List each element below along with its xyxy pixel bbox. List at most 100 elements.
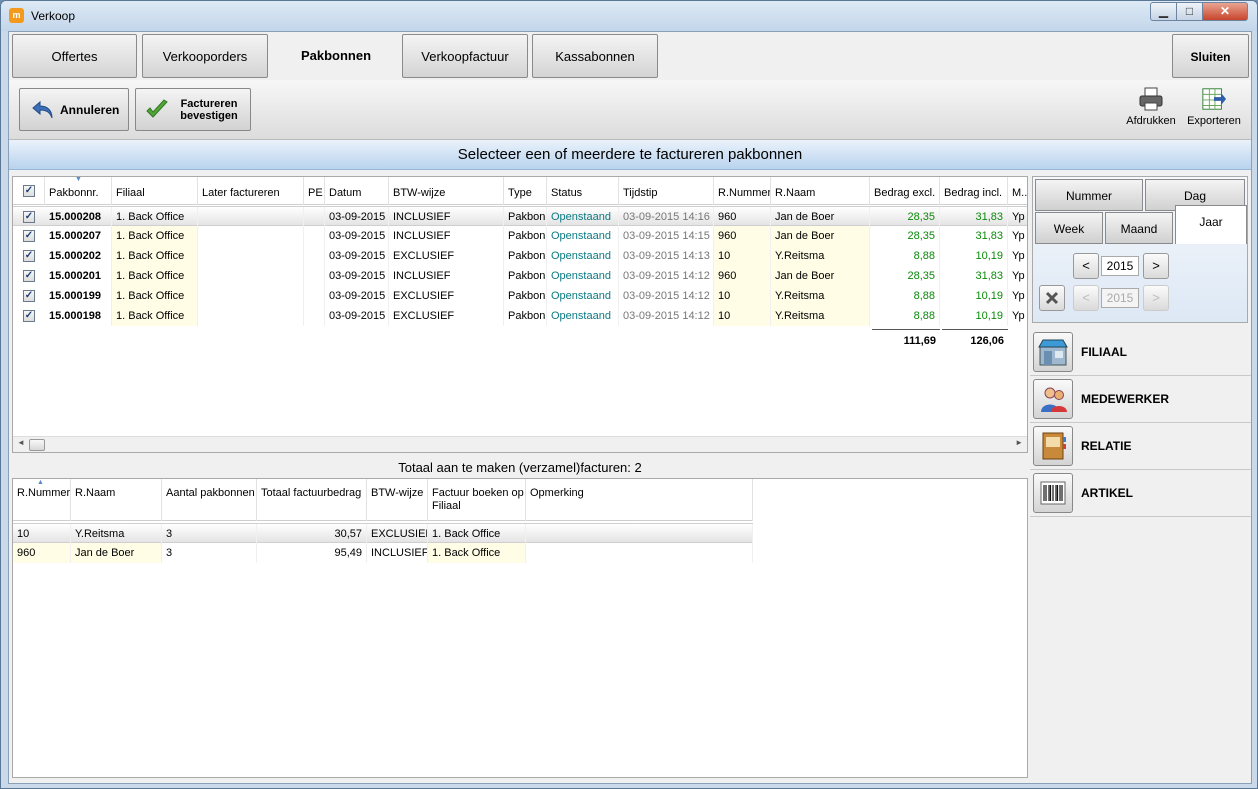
barcode-icon	[1033, 473, 1073, 513]
cell-m: Yp	[1008, 246, 1027, 266]
cell-incl: 10,19	[940, 306, 1008, 326]
column-header[interactable]: M..	[1008, 177, 1027, 205]
cell-excl: 8,88	[870, 246, 940, 266]
column-header[interactable]: Status	[547, 177, 619, 205]
cell-tijd: 03-09-2015 14:12	[619, 286, 714, 306]
year-field[interactable]: 2015	[1101, 256, 1139, 276]
next-year-to-button[interactable]: >	[1143, 285, 1169, 311]
table-row[interactable]: ✓ 15.000199 1. Back Office 03-09-2015 EXCLUS…	[13, 286, 1027, 306]
column-header[interactable]: BTW-wijze	[367, 479, 428, 521]
export-button[interactable]: Exporteren	[1184, 82, 1244, 127]
next-year-button[interactable]: >	[1143, 253, 1169, 279]
prev-year-to-button[interactable]: <	[1073, 285, 1099, 311]
sort-indicator-icon: ▲	[37, 479, 44, 486]
prev-year-button[interactable]: <	[1073, 253, 1099, 279]
sort-indicator-icon: ▼	[75, 176, 82, 183]
cell-filiaal: 1. Back Office	[112, 246, 198, 266]
tab-kassabonnen[interactable]: Kassabonnen	[532, 34, 658, 78]
print-label: Afdrukken	[1126, 115, 1176, 127]
cell-filiaal: 1. Back Office	[428, 524, 526, 544]
table-row[interactable]: 10 Y.Reitsma 3 30,57 EXCLUSIEF 1. Back Office	[13, 523, 753, 544]
cell-datum: 03-09-2015	[325, 226, 389, 246]
table-row[interactable]: ✓ 15.000202 1. Back Office 03-09-2015 EXCLUS…	[13, 246, 1027, 266]
date-tab-week[interactable]: Week	[1035, 212, 1103, 244]
cell-nr: 15.000207	[45, 226, 112, 246]
cell-excl: 28,35	[870, 226, 940, 246]
row-checkbox[interactable]: ✓	[23, 250, 35, 262]
cell-incl: 10,19	[940, 286, 1008, 306]
scrollbar-thumb[interactable]	[29, 439, 45, 451]
table-row[interactable]: ✓ 15.000201 1. Back Office 03-09-2015 INCLUS…	[13, 266, 1027, 286]
total-excl: 111,69	[903, 335, 936, 347]
column-header[interactable]: Tijdstip	[619, 177, 714, 205]
table-row[interactable]: ✓ 15.000208 1. Back Office 03-09-2015 INCLUS…	[13, 206, 1027, 227]
cell-rnr: 960	[714, 226, 771, 246]
grid-header: R.Nummer R.Naam Aantal pakbonnen Totaal …	[13, 479, 753, 521]
cancel-label: Annuleren	[60, 102, 120, 117]
filter-filiaal[interactable]: FILIAAL	[1030, 329, 1251, 376]
tab-verkoopfactuur[interactable]: Verkoopfactuur	[402, 34, 528, 78]
cell-datum: 03-09-2015	[325, 207, 389, 227]
column-header[interactable]: Opmerking	[526, 479, 753, 521]
column-header[interactable]: Factuur boeken op Filiaal	[428, 479, 526, 521]
column-header[interactable]: Bedrag excl.	[870, 177, 940, 205]
column-header[interactable]: PE	[304, 177, 325, 205]
column-header[interactable]: Datum	[325, 177, 389, 205]
row-checkbox[interactable]: ✓	[23, 270, 35, 282]
tab-offertes[interactable]: Offertes	[12, 34, 137, 78]
table-row[interactable]: ✓ 15.000198 1. Back Office 03-09-2015 EXCLUS…	[13, 306, 1027, 326]
minimize-button[interactable]: ▁	[1150, 2, 1177, 21]
maximize-button[interactable]: □	[1176, 2, 1203, 21]
cancel-button[interactable]: Annuleren	[19, 88, 129, 131]
table-row[interactable]: ✓ 15.000207 1. Back Office 03-09-2015 INCLUS…	[13, 226, 1027, 246]
cell-rnaam: Y.Reitsma	[771, 286, 870, 306]
print-button[interactable]: Afdrukken	[1124, 82, 1178, 127]
scroll-left-icon[interactable]: ◄	[17, 438, 25, 447]
column-header[interactable]: Later factureren	[198, 177, 304, 205]
column-header[interactable]: Filiaal	[112, 177, 198, 205]
select-all-checkbox[interactable]: ✓	[23, 185, 35, 197]
date-tab-maand[interactable]: Maand	[1105, 212, 1173, 244]
column-header[interactable]: R.Naam	[71, 479, 162, 521]
confirm-invoicing-button[interactable]: Factureren bevestigen	[135, 88, 251, 131]
column-header[interactable]: BTW-wijze	[389, 177, 504, 205]
filter-medewerker[interactable]: MEDEWERKER	[1030, 376, 1251, 423]
cell-totaal: 95,49	[257, 543, 367, 563]
cell-btw: EXCLUSIEF	[389, 306, 504, 326]
tab-verkooporders[interactable]: Verkooporders	[142, 34, 268, 78]
cell-rnr: 10	[714, 306, 771, 326]
row-checkbox[interactable]: ✓	[23, 290, 35, 302]
cell-pe	[304, 306, 325, 326]
cell-later	[198, 226, 304, 246]
tab-pakbonnen[interactable]: Pakbonnen	[273, 34, 399, 78]
close-button[interactable]: Sluiten	[1172, 34, 1249, 78]
column-header[interactable]: Totaal factuurbedrag	[257, 479, 367, 521]
column-header[interactable]: Bedrag incl.	[940, 177, 1008, 205]
date-tab-jaar[interactable]: Jaar	[1175, 205, 1247, 244]
cell-rnr: 10	[714, 246, 771, 266]
column-header[interactable]: Aantal pakbonnen	[162, 479, 257, 521]
filter-artikel[interactable]: ARTIKEL	[1030, 470, 1251, 517]
checkmark-icon	[144, 97, 170, 123]
column-header[interactable]: R.Nummer	[714, 177, 771, 205]
table-row[interactable]: 960 Jan de Boer 3 95,49 INCLUSIEF 1. Back Off…	[13, 543, 753, 563]
select-all-header[interactable]: ✓	[13, 177, 45, 205]
filter-relatie[interactable]: RELATIE	[1030, 423, 1251, 470]
year-to-field[interactable]: 2015	[1101, 288, 1139, 308]
column-header[interactable]: R.Naam	[771, 177, 870, 205]
row-checkbox[interactable]: ✓	[23, 310, 35, 322]
horizontal-scrollbar[interactable]: ◄ ►	[13, 436, 1027, 452]
tab-row: Offertes Verkooporders Pakbonnen Verkoop…	[9, 32, 1251, 80]
cell-rnaam: Jan de Boer	[71, 543, 162, 563]
row-checkbox[interactable]: ✓	[23, 211, 35, 223]
scroll-right-icon[interactable]: ►	[1015, 438, 1023, 447]
employee-icon	[1033, 379, 1073, 419]
address-book-icon	[1033, 426, 1073, 466]
cell-rnaam: Jan de Boer	[771, 207, 870, 227]
date-tab-nummer[interactable]: Nummer	[1035, 179, 1143, 211]
clear-date-button[interactable]	[1039, 285, 1065, 311]
row-checkbox[interactable]: ✓	[23, 230, 35, 242]
column-header[interactable]: Type	[504, 177, 547, 205]
close-window-button[interactable]: ✕	[1202, 2, 1248, 21]
cell-later	[198, 286, 304, 306]
